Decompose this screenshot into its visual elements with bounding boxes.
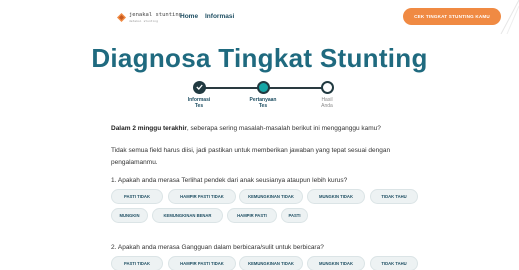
q1-option[interactable]: KEMUNGKINAN TIDAK [239, 189, 303, 204]
q2-option[interactable]: HAMPIR PASTI TIDAK [168, 256, 236, 270]
q1-option[interactable]: TIDAK TAHU [370, 189, 418, 204]
top-navbar: jenakal stunting deteksi stunting Home I… [0, 0, 519, 35]
question-2-text: 2. Apakah anda merasa Gangguan dalam ber… [111, 244, 324, 251]
intro-text: Dalam 2 minggu terakhir, seberapa sering… [111, 125, 411, 132]
question-1-text: 1. Apakah anda merasa Terlihat pendek da… [111, 177, 348, 184]
q2-option[interactable]: TIDAK TAHU [370, 256, 418, 270]
stepper-connector [205, 87, 263, 89]
intro-rest: , seberapa sering masalah-masalah beriku… [186, 125, 381, 132]
nav-informasi-link[interactable]: Informasi [205, 13, 234, 20]
q2-option[interactable]: MUNGKIN TIDAK [307, 256, 365, 270]
step-done-indicator [193, 81, 206, 94]
step-pending-indicator [321, 81, 334, 94]
q1-option[interactable]: MUNGKIN TIDAK [307, 189, 365, 204]
logo-icon [117, 13, 126, 22]
step-label-pertanyaan: Pertanyaan Tes [249, 97, 277, 109]
corner-decoration [499, 0, 519, 35]
check-stunting-button[interactable]: CEK TINGKAT STUNTING KAMU [403, 8, 501, 25]
logo-subtext: deteksi stunting [129, 19, 158, 23]
step-label-hasil: Hasil Anda [321, 97, 333, 109]
q1-option[interactable]: MUNGKIN [111, 208, 148, 223]
check-icon [196, 84, 203, 90]
q1-option[interactable]: HAMPIR PASTI TIDAK [168, 189, 236, 204]
site-logo[interactable]: jenakal stunting deteksi stunting [117, 12, 182, 23]
q2-option[interactable]: KEMUNGKINAN TIDAK [239, 256, 303, 270]
q1-option[interactable]: KEMUNGKINAN BENAR [152, 208, 223, 223]
notice-text: Tidak semua field harus diisi, jadi past… [111, 147, 391, 166]
progress-stepper: Informasi Tes Pertanyaan Tes Hasil Anda [160, 81, 360, 121]
q1-option[interactable]: PASTI TIDAK [111, 189, 163, 204]
step-active-indicator [257, 81, 270, 94]
q1-option[interactable]: PASTI [281, 208, 308, 223]
q2-option[interactable]: PASTI TIDAK [111, 256, 163, 270]
step-label-informasi: Informasi Tes [187, 97, 211, 109]
page-title: Diagnosa Tingkat Stunting [91, 43, 428, 73]
nav-home-link[interactable]: Home [180, 13, 198, 20]
stepper-connector [268, 87, 325, 89]
q1-option[interactable]: HAMPIR PASTI [227, 208, 277, 223]
logo-text: jenakal stunting [129, 12, 182, 18]
intro-bold: Dalam 2 minggu terakhir [111, 125, 187, 132]
